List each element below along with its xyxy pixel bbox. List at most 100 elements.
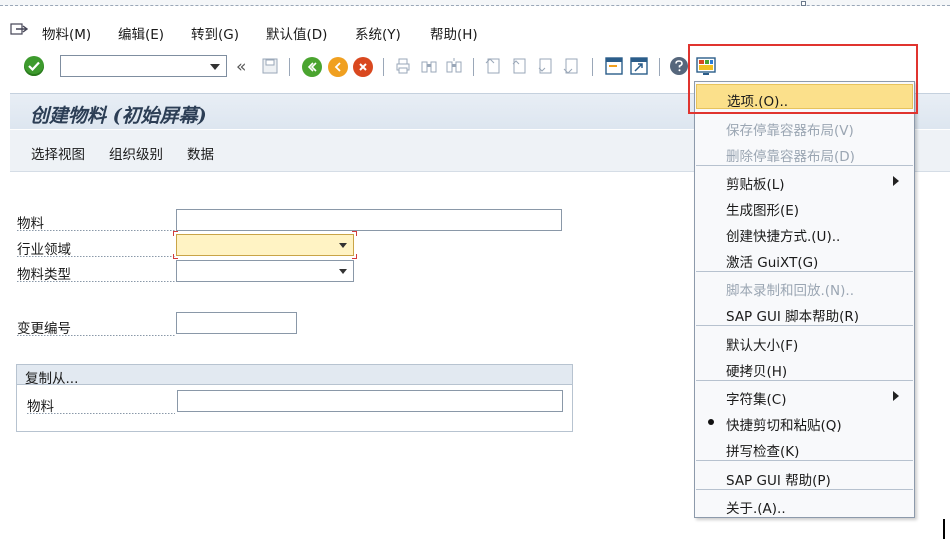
create-shortcut-icon[interactable] — [629, 56, 649, 76]
menu-item-character-set[interactable]: 字符集(C) — [696, 383, 913, 408]
change-number-input[interactable] — [176, 312, 297, 334]
menu-item-about[interactable]: 关于.(A).. — [696, 492, 913, 517]
industry-sector-label: 行业领域 — [17, 242, 71, 258]
menu-item-spell-check[interactable]: 拼写检查(K) — [696, 435, 913, 460]
material-label: 物料 — [17, 216, 44, 232]
menu-item-label: 关于.(A).. — [726, 501, 786, 517]
required-corner-mark — [173, 231, 178, 236]
menu-bar: 物料(M) 编辑(E) 转到(G) 默认值(D) 系统(Y) 帮助(H) — [0, 18, 950, 44]
find-next-icon — [445, 57, 463, 75]
menu-item-label: 快捷剪切和粘贴(Q) — [726, 418, 842, 434]
page-title: 创建物料 (初始屏幕) — [30, 105, 207, 127]
menu-separator — [696, 325, 913, 326]
save-icon[interactable] — [260, 56, 280, 76]
menu-item-label: 删除停靠容器布局(D) — [726, 149, 855, 165]
menu-item-delete-docking-layout: 删除停靠容器布局(D) — [696, 140, 913, 165]
menu-edit[interactable]: 编辑(E) — [118, 23, 164, 43]
menu-item-quick-cut-paste[interactable]: 快捷剪切和粘贴(Q) — [696, 409, 913, 434]
previous-page-icon — [510, 57, 528, 75]
menu-item-label: 硬拷贝(H) — [726, 364, 788, 380]
cancel-icon[interactable] — [353, 57, 373, 77]
menu-item-label: SAP GUI 帮助(P) — [726, 473, 831, 489]
menu-item-hardcopy[interactable]: 硬拷贝(H) — [696, 355, 913, 380]
print-icon — [394, 57, 412, 75]
label-underline — [17, 335, 175, 336]
menu-item-script-recording: 脚本录制和回放.(N).. — [696, 274, 913, 299]
copy-material-label: 物料 — [27, 399, 54, 415]
menu-item-save-docking-layout: 保存停靠容器布局(V) — [696, 114, 913, 139]
menu-item-label: 脚本录制和回放.(N).. — [726, 283, 855, 299]
command-dropdown-icon[interactable] — [210, 64, 220, 70]
data-button[interactable]: 数据 — [187, 143, 214, 163]
find-icon — [420, 57, 438, 75]
menu-material[interactable]: 物料(M) — [42, 23, 91, 43]
toolbar-separator — [659, 58, 660, 76]
menu-item-create-shortcut[interactable]: 创建快捷方式.(U).. — [696, 220, 913, 245]
text-cursor — [943, 519, 945, 539]
chevron-down-icon[interactable] — [339, 243, 347, 248]
resize-handle[interactable] — [801, 1, 806, 6]
label-underline — [17, 256, 175, 257]
next-page-icon — [536, 57, 554, 75]
toolbar-separator — [473, 58, 474, 76]
menu-item-label: 创建快捷方式.(U).. — [726, 229, 841, 245]
menu-separator — [696, 271, 913, 272]
label-underline — [17, 230, 175, 231]
menu-exit-icon[interactable] — [10, 21, 29, 37]
menu-item-label: 生成图形(E) — [726, 203, 800, 219]
label-underline — [17, 281, 175, 282]
menu-item-default-size[interactable]: 默认大小(F) — [696, 329, 913, 354]
menu-item-generate-graphic[interactable]: 生成图形(E) — [696, 194, 913, 219]
menu-item-scripting-help[interactable]: SAP GUI 脚本帮助(R) — [696, 300, 913, 325]
change-number-label: 变更编号 — [17, 321, 71, 337]
required-corner-mark — [173, 254, 178, 259]
new-session-icon[interactable] — [604, 56, 624, 76]
back-icon[interactable] — [302, 57, 322, 77]
history-back-icon[interactable]: « — [236, 57, 246, 77]
menu-item-label: 拼写检查(K) — [726, 444, 800, 460]
menu-separator — [696, 460, 913, 461]
copy-from-title: 复制从... — [25, 371, 79, 387]
enter-checkmark-icon[interactable] — [24, 56, 44, 76]
submenu-arrow-icon — [893, 391, 899, 401]
copy-from-group: 复制从... 物料 — [16, 364, 573, 432]
industry-sector-dropdown[interactable] — [176, 234, 354, 256]
menu-item-sap-gui-help[interactable]: SAP GUI 帮助(P) — [696, 464, 913, 489]
menu-item-label: 默认大小(F) — [726, 338, 799, 354]
command-field[interactable] — [60, 55, 227, 77]
material-type-label: 物料类型 — [17, 267, 71, 283]
menu-item-label: 保存停靠容器布局(V) — [726, 123, 854, 139]
required-corner-mark — [352, 254, 357, 259]
material-type-dropdown[interactable] — [176, 260, 354, 282]
material-input[interactable] — [176, 209, 562, 231]
org-levels-button[interactable]: 组织级别 — [109, 143, 163, 163]
menu-item-label: 剪贴板(L) — [726, 177, 785, 193]
menu-item-activate-guixt[interactable]: 激活 GuiXT(G) — [696, 246, 913, 271]
menu-defaults[interactable]: 默认值(D) — [266, 23, 327, 43]
menu-item-label: SAP GUI 脚本帮助(R) — [726, 309, 860, 325]
copy-from-header: 复制从... — [17, 365, 572, 387]
menu-goto[interactable]: 转到(G) — [191, 23, 239, 43]
window-top-border — [0, 0, 950, 6]
menu-system[interactable]: 系统(Y) — [355, 23, 401, 43]
copy-material-input[interactable] — [177, 390, 563, 412]
toolbar-separator — [383, 58, 384, 76]
menu-item-label: 激活 GuiXT(G) — [726, 255, 819, 271]
select-views-button[interactable]: 选择视图 — [31, 143, 85, 163]
exit-icon[interactable] — [328, 57, 348, 77]
label-underline — [27, 413, 175, 414]
toolbar-separator — [592, 58, 593, 76]
customize-layout-menu: 选项.(O).. 保存停靠容器布局(V) 删除停靠容器布局(D) 剪贴板(L) … — [694, 81, 915, 518]
required-corner-mark — [352, 231, 357, 236]
submenu-arrow-icon — [893, 176, 899, 186]
menu-help[interactable]: 帮助(H) — [430, 23, 478, 43]
menu-item-label: 字符集(C) — [726, 392, 787, 408]
menu-separator — [696, 165, 913, 166]
menu-item-clipboard[interactable]: 剪贴板(L) — [696, 168, 913, 193]
help-icon[interactable] — [670, 57, 688, 75]
checked-bullet-icon — [708, 419, 714, 425]
annotation-highlight-box — [688, 44, 918, 114]
menu-separator — [696, 489, 913, 490]
chevron-down-icon[interactable] — [339, 269, 347, 274]
menu-separator — [696, 380, 913, 381]
